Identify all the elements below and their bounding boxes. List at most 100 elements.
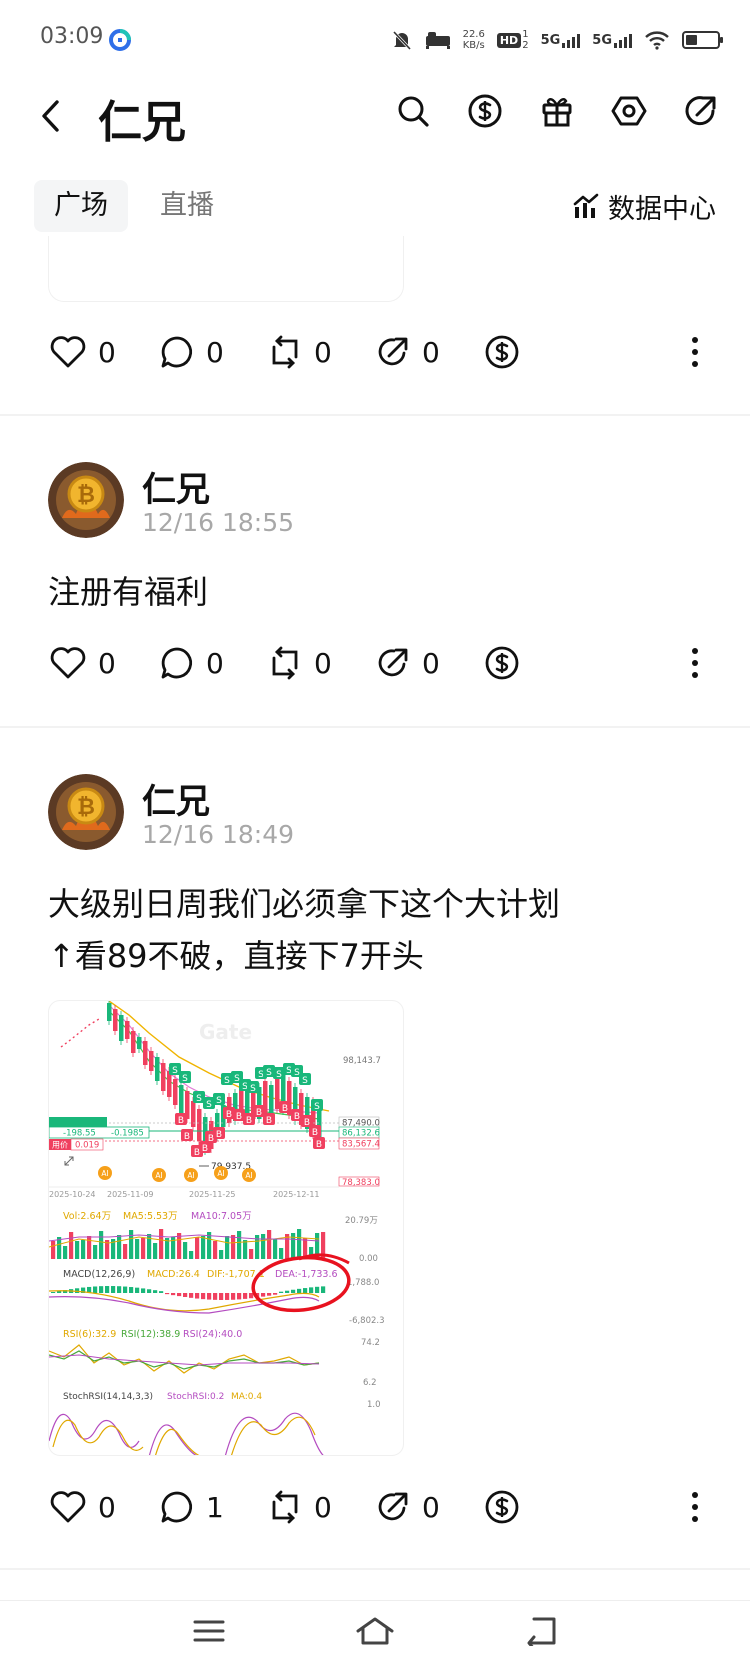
more-options-button[interactable] <box>680 327 710 377</box>
home-icon <box>356 1617 394 1645</box>
heart-icon <box>50 336 86 368</box>
like-button[interactable]: 0 <box>50 638 116 688</box>
ai-marker-label: AI <box>101 1169 108 1178</box>
previous-post-media[interactable] <box>48 236 404 302</box>
like-count: 0 <box>98 1490 116 1524</box>
sell-marker-label: S <box>314 1102 320 1112</box>
avatar[interactable]: ₿ <box>48 462 124 538</box>
share-arrow-icon <box>378 1492 408 1521</box>
volume-bar <box>117 1235 122 1259</box>
share-count: 0 <box>422 335 440 369</box>
post-actions: 0 0 0 0 <box>50 638 710 688</box>
candlestick-chart-image: Gate 98,143.7 87,490.0 86,132.6 83,567.4… <box>49 1001 385 1455</box>
author-name[interactable]: 仁兄 <box>142 774 210 823</box>
status-indicators: 22.6 KB/s HD 12 5G 5G <box>391 24 723 56</box>
buy-marker-label: B <box>216 1130 222 1140</box>
comment-button[interactable]: 0 <box>160 327 224 377</box>
avatar[interactable]: ₿ <box>48 774 124 850</box>
macd-bar <box>183 1293 188 1298</box>
author-name[interactable]: 仁兄 <box>142 462 210 511</box>
macd-bar <box>129 1287 134 1293</box>
buy-marker-label: B <box>282 1104 288 1114</box>
more-options-button[interactable] <box>680 1482 710 1532</box>
comment-bubble-icon <box>161 1491 193 1523</box>
volume-bar <box>87 1236 92 1259</box>
search-button[interactable] <box>392 90 434 132</box>
post-image-chart[interactable]: Gate 98,143.7 87,490.0 86,132.6 83,567.4… <box>48 1000 404 1456</box>
sell-marker-label: S <box>216 1096 222 1106</box>
volume-bar <box>99 1231 104 1259</box>
repost-button[interactable]: 0 <box>268 638 332 688</box>
system-back-button[interactable] <box>516 1611 566 1651</box>
candle-body <box>119 1015 124 1041</box>
top-header: 仁兄 <box>0 80 750 156</box>
post-text: 注册有福利 <box>48 573 209 611</box>
macd-bar <box>153 1290 158 1293</box>
tab-square[interactable]: 广场 <box>34 180 128 232</box>
repost-button[interactable]: 0 <box>268 1482 332 1532</box>
macd-bar <box>261 1293 266 1297</box>
settings-button[interactable] <box>608 90 650 132</box>
data-center-button[interactable]: 数据中心 <box>572 180 716 232</box>
date-label: 2025-11-09 <box>107 1190 154 1199</box>
watermark-text: Gate <box>199 1020 252 1044</box>
comment-button[interactable]: 1 <box>160 1482 224 1532</box>
tab-live[interactable]: 直播 <box>140 180 234 232</box>
like-button[interactable]: 0 <box>50 327 116 377</box>
macd-bar <box>123 1286 128 1293</box>
post-text-line1: 大级别日周我们必须拿下这个大计划 <box>48 885 561 923</box>
repost-button[interactable]: 0 <box>268 327 332 377</box>
date-label: 2025-11-25 <box>189 1190 236 1199</box>
volume-bar <box>219 1250 224 1259</box>
share-arrow-icon <box>378 337 408 366</box>
status-time: 03:09 <box>40 24 104 49</box>
macd-bar <box>219 1293 224 1300</box>
rsi6-label: RSI(6):32.9 <box>63 1329 116 1340</box>
more-options-button[interactable] <box>680 638 710 688</box>
dollar-coin-icon <box>485 1490 519 1524</box>
share-button[interactable] <box>680 90 722 132</box>
share-arrow-icon <box>685 96 716 126</box>
share-post-button[interactable]: 0 <box>376 327 440 377</box>
tip-button[interactable] <box>464 90 506 132</box>
share-count: 0 <box>422 1490 440 1524</box>
volume-axis-label: 20.79万 <box>345 1216 378 1226</box>
candle-body <box>113 1009 118 1031</box>
ai-marker-label: AI <box>217 1169 224 1178</box>
svg-text:₿: ₿ <box>77 483 95 508</box>
tip-post-button[interactable] <box>484 327 520 377</box>
tip-post-button[interactable] <box>484 1482 520 1532</box>
header-actions <box>392 90 722 132</box>
macd-bar <box>279 1291 284 1293</box>
post-actions: 0 0 0 0 <box>50 327 710 377</box>
divider <box>0 414 750 416</box>
dollar-coin-icon <box>485 646 519 680</box>
tip-post-button[interactable] <box>484 638 520 688</box>
share-post-button[interactable]: 0 <box>376 1482 440 1532</box>
recent-apps-button[interactable] <box>184 1611 234 1651</box>
macd-bar <box>51 1292 56 1293</box>
gift-button[interactable] <box>536 90 578 132</box>
net-speed: 22.6 KB/s <box>462 29 485 51</box>
back-arrow-icon <box>527 1617 556 1646</box>
volume-bar <box>183 1242 188 1259</box>
settings-hexagon-icon <box>611 96 647 126</box>
macd-bar <box>177 1293 182 1297</box>
vertical-dots-icon <box>692 1492 698 1522</box>
back-button[interactable] <box>30 92 70 140</box>
volume-axis-label: 0.00 <box>359 1254 378 1264</box>
macd-bar <box>99 1286 104 1293</box>
like-count: 0 <box>98 646 116 680</box>
home-button[interactable] <box>350 1611 400 1651</box>
volume-bar <box>213 1241 218 1259</box>
like-button[interactable]: 0 <box>50 1482 116 1532</box>
share-post-button[interactable]: 0 <box>376 638 440 688</box>
volume-bar <box>279 1248 284 1259</box>
ma10-label: MA10:7.05万 <box>191 1211 252 1222</box>
price-label: 86,132.6 <box>342 1129 380 1139</box>
macd-bar <box>243 1293 248 1299</box>
comment-button[interactable]: 0 <box>160 638 224 688</box>
volume-bar <box>189 1251 194 1259</box>
comment-bubble-icon <box>161 336 193 368</box>
macd-bar <box>315 1286 320 1293</box>
